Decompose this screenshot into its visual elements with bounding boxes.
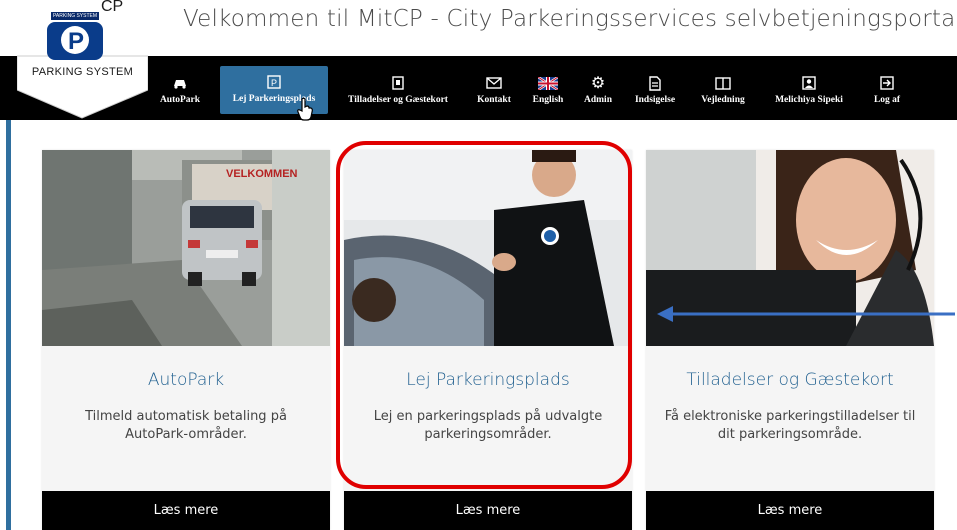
nav-item-kontakt[interactable]: Kontakt xyxy=(471,58,517,116)
nav-item-tilladelser[interactable]: Tilladelser og Gæstekort xyxy=(335,58,461,116)
card-tilladelser[interactable]: Tilladelser og Gæstekort Få elektroniske… xyxy=(646,150,934,530)
nav-item-autopark[interactable]: AutoPark xyxy=(158,58,202,116)
nav-label: Log af xyxy=(873,95,901,105)
logo-cp: CP xyxy=(101,0,124,15)
laes-mere-button[interactable]: Læs mere xyxy=(646,491,934,530)
card-lej-parkeringsplads[interactable]: Lej Parkeringsplads Lej en parkeringspla… xyxy=(344,150,632,530)
nav-label: Vejledning xyxy=(701,95,745,105)
nav-label: AutoPark xyxy=(159,95,201,105)
user-icon xyxy=(802,74,816,92)
laes-mere-button[interactable]: Læs mere xyxy=(344,491,632,530)
logo-label: PARKING SYSTEM xyxy=(31,66,134,78)
hand-cursor-icon xyxy=(296,97,314,126)
site-title: Velkommen til MitCP - City Parkeringsser… xyxy=(183,6,957,32)
parking-icon: P xyxy=(267,73,281,91)
document-icon xyxy=(649,74,661,92)
envelope-icon xyxy=(486,74,502,92)
card-title: Lej Parkeringsplads xyxy=(406,370,570,390)
velkommen-sign: VELKOMMEN xyxy=(226,168,298,180)
nav-label: English xyxy=(532,95,564,105)
card-title: Tilladelser og Gæstekort xyxy=(686,370,894,390)
nav-item-english[interactable]: English xyxy=(526,58,570,116)
card-autopark[interactable]: VELKOMMEN AutoPark Tilmeld automatisk be… xyxy=(42,150,330,530)
logo[interactable]: P PARKING SYSTEM CP PARKING SYSTEM xyxy=(17,0,148,120)
nav-item-vejledning[interactable]: Vejledning xyxy=(690,58,756,116)
card-description: Tilmeld automatisk betaling på AutoPark-… xyxy=(85,409,287,442)
gear-icon: ⚙ xyxy=(590,75,606,92)
permit-icon xyxy=(392,74,404,92)
nav-label: Indsigelse xyxy=(634,95,676,105)
attendant-photo xyxy=(344,150,632,346)
book-icon xyxy=(715,74,731,92)
card-description: Lej en parkeringsplads på udvalgte parke… xyxy=(373,409,603,442)
logout-icon xyxy=(880,74,894,92)
nav-label: Tilladelser og Gæstekort xyxy=(348,95,448,105)
car-icon xyxy=(172,74,188,92)
uk-flag-icon xyxy=(538,74,558,92)
nav-label: Kontakt xyxy=(477,95,511,105)
nav-label: Melichiya Sipeki xyxy=(775,95,843,105)
nav-item-indsigelse[interactable]: Indsigelse xyxy=(626,58,684,116)
laes-mere-button[interactable]: Læs mere xyxy=(42,491,330,530)
card-description: Få elektroniske parkeringstilladelser ti… xyxy=(664,409,916,442)
logo-small-label: PARKING SYSTEM xyxy=(51,12,99,20)
nav-item-admin[interactable]: ⚙ Admin xyxy=(578,58,618,116)
nav-item-log-af[interactable]: Log af xyxy=(866,58,908,116)
arrow-left-icon xyxy=(655,302,957,331)
nav-item-user[interactable]: Melichiya Sipeki xyxy=(764,58,854,116)
nav-label: Admin xyxy=(584,95,612,105)
svg-text:P: P xyxy=(271,78,277,88)
card-title: AutoPark xyxy=(147,370,225,390)
left-accent-bar xyxy=(6,120,11,530)
autopark-photo: VELKOMMEN xyxy=(42,150,330,346)
svg-text:P: P xyxy=(68,28,84,55)
